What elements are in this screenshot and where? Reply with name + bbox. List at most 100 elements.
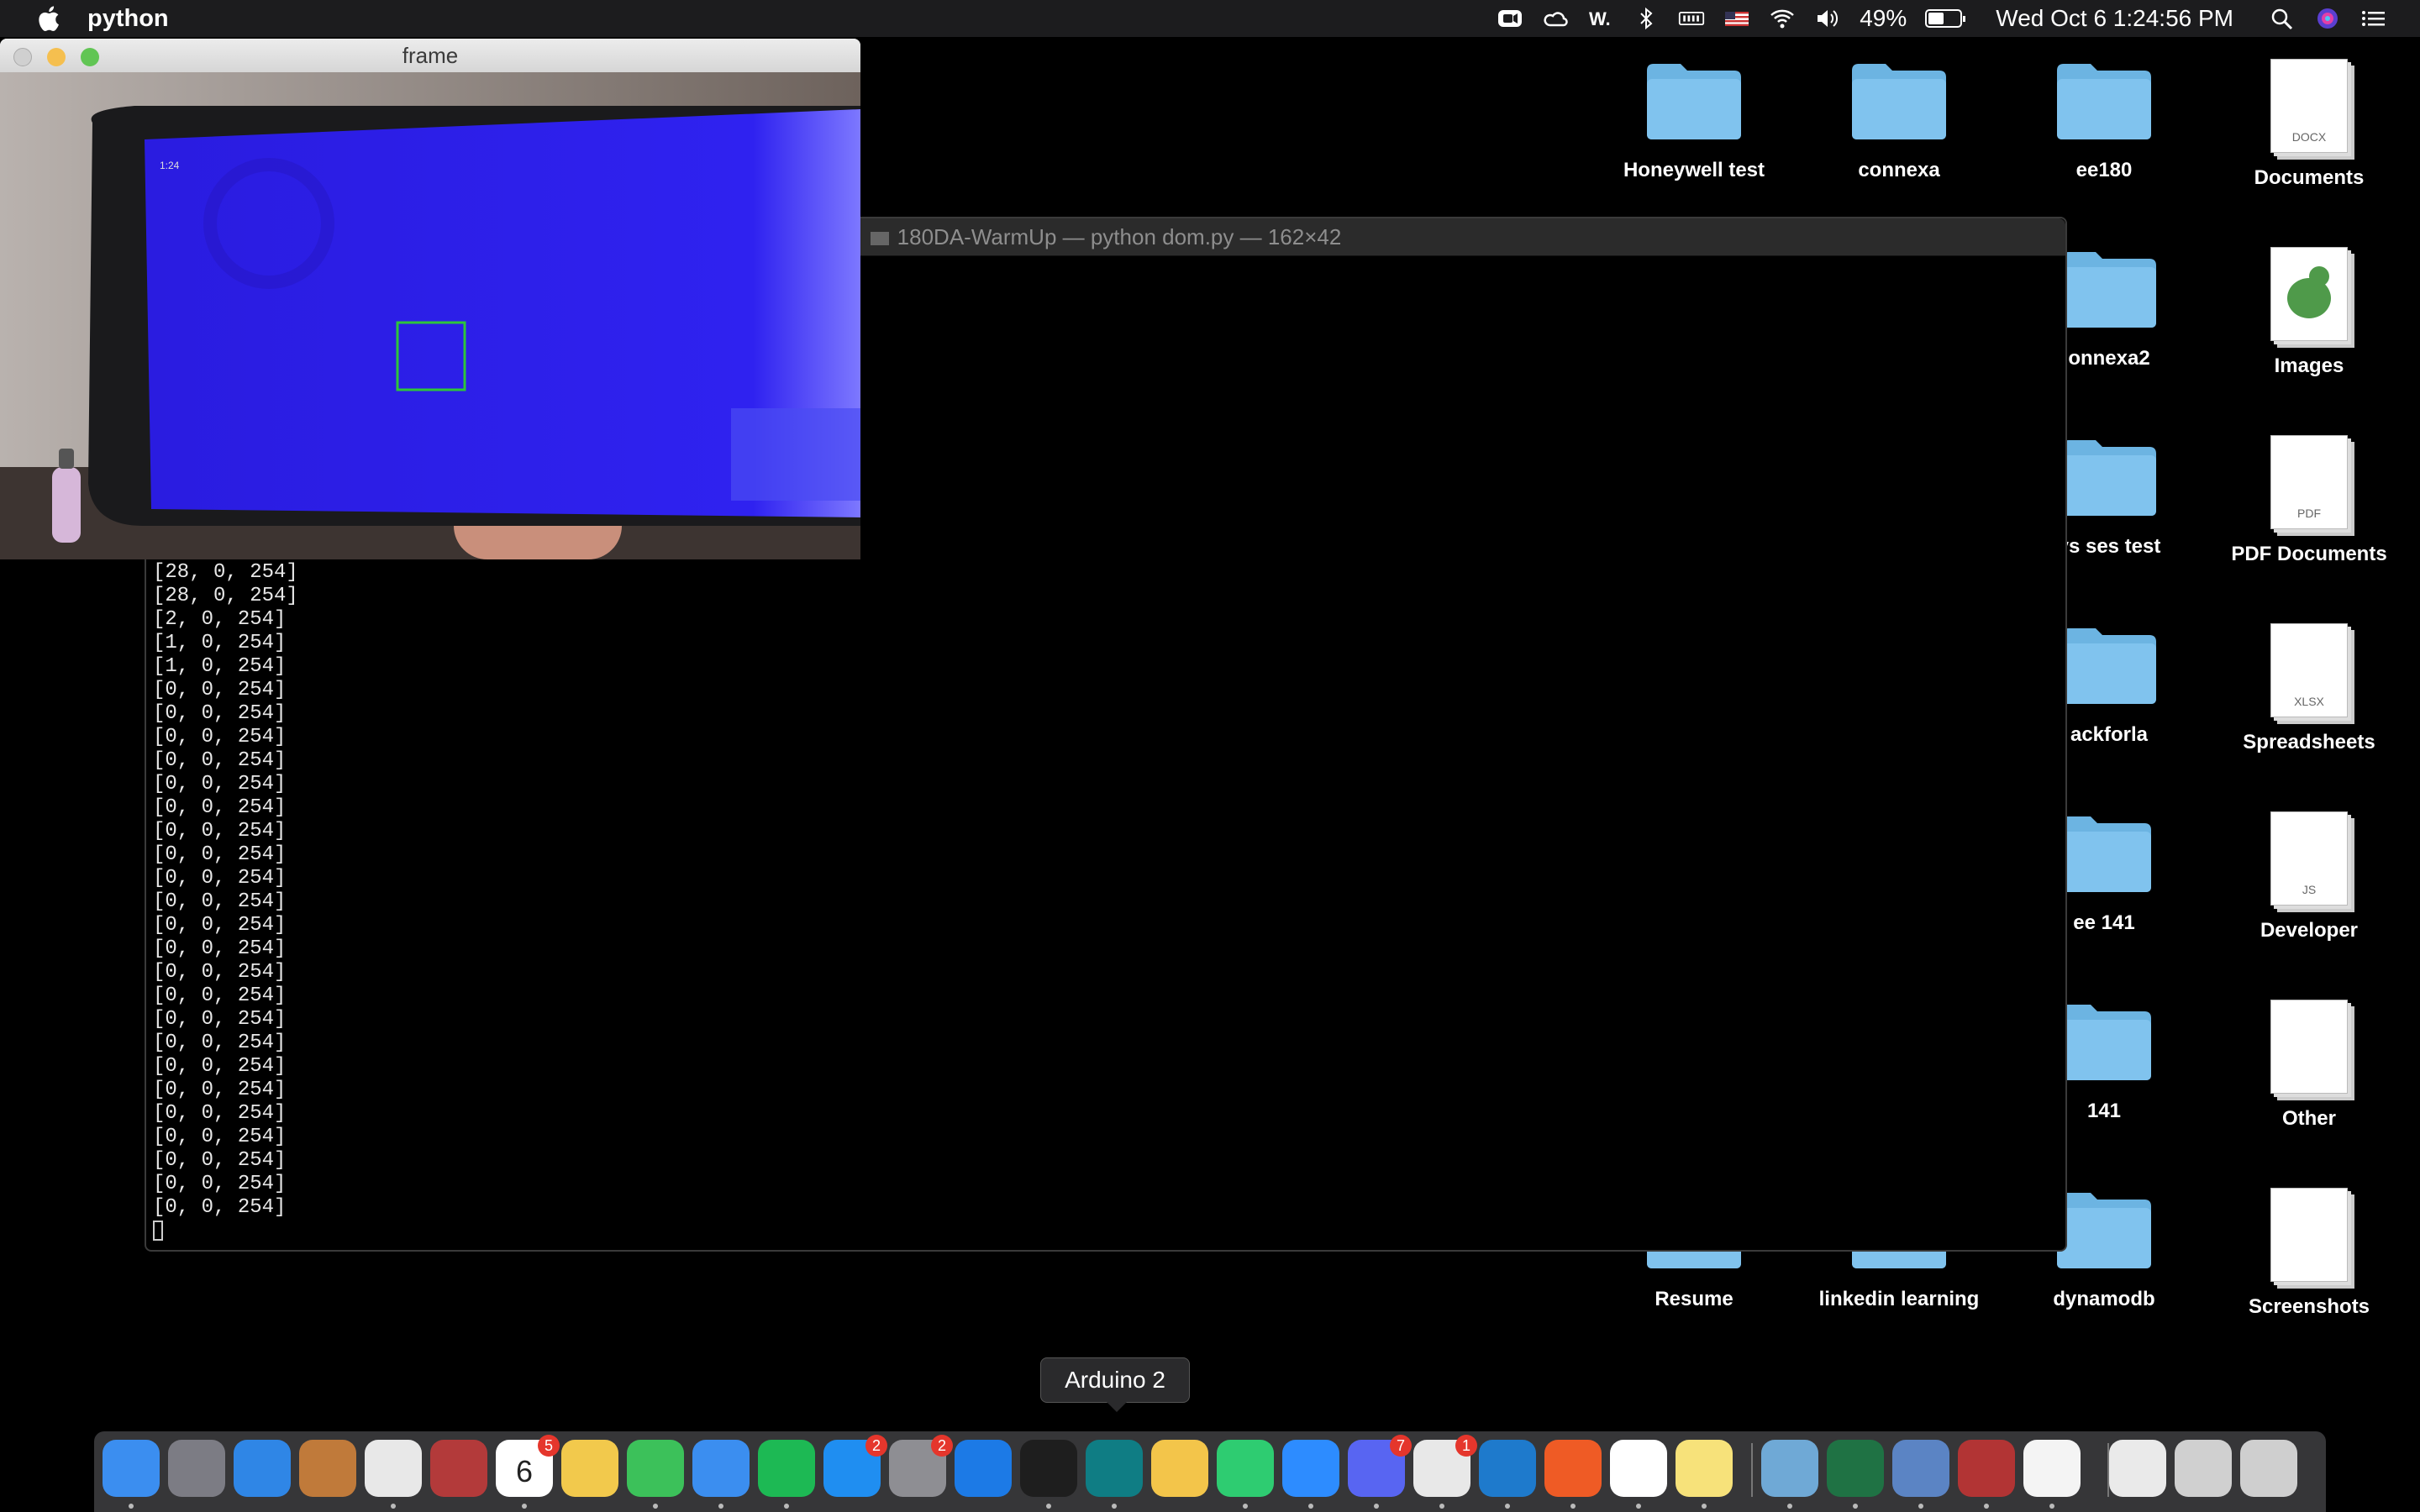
photos-icon[interactable] (561, 1440, 618, 1497)
desktop-item-label: ee180 (2075, 159, 2133, 181)
running-indicator (129, 1504, 134, 1509)
battery-percent[interactable]: 49% (1860, 5, 1907, 32)
close-button[interactable] (13, 48, 32, 66)
chrome-icon[interactable] (365, 1440, 422, 1497)
notion-icon[interactable] (1610, 1440, 1667, 1497)
postman-icon[interactable] (1544, 1440, 1602, 1497)
file-type-tag: PDF (2297, 507, 2321, 520)
system-preferences-icon[interactable]: 2 (889, 1435, 953, 1497)
running-indicator (522, 1504, 527, 1509)
running-indicator (1243, 1504, 1248, 1509)
calendar-icon[interactable]: 65 (496, 1435, 560, 1497)
word-icon[interactable]: W. (1587, 7, 1614, 30)
desktop-item[interactable]: JS Developer (2217, 811, 2402, 942)
camera-feed: 1:24 (0, 72, 860, 559)
vscode-icon[interactable] (1479, 1440, 1536, 1497)
safari-icon[interactable] (234, 1440, 291, 1497)
finder-icon[interactable] (103, 1440, 160, 1497)
discord-icon[interactable]: 7 (1348, 1435, 1412, 1497)
slack-icon[interactable]: 1 (1413, 1435, 1477, 1497)
app-store-icon[interactable]: 2 (823, 1435, 887, 1497)
terminal-line: [0, 0, 254] (153, 1055, 287, 1078)
running-indicator (1374, 1504, 1379, 1509)
stickies-icon[interactable] (1676, 1440, 1733, 1497)
bluetooth-icon[interactable] (1633, 7, 1660, 30)
calculator-icon[interactable] (299, 1440, 356, 1497)
messages-icon[interactable] (692, 1440, 750, 1497)
wifi-icon[interactable] (1769, 7, 1796, 30)
terminal-icon[interactable] (1020, 1440, 1077, 1497)
desktop-item[interactable]: XLSX Spreadsheets (2217, 623, 2402, 754)
terminal-line: [0, 0, 254] (153, 1102, 287, 1125)
folder-proxy-icon[interactable] (870, 232, 889, 246)
siri-icon[interactable] (2314, 7, 2341, 30)
frame-window[interactable]: frame 1:24 (0, 39, 860, 559)
downloads-stack-icon[interactable] (2109, 1440, 2166, 1497)
desktop-item[interactable]: Other (2217, 1000, 2402, 1131)
zoom-icon[interactable] (1497, 7, 1523, 30)
screenshot-stack-icon[interactable] (2175, 1440, 2232, 1497)
active-app-name[interactable]: python (87, 5, 169, 33)
memory-icon[interactable] (1678, 7, 1705, 30)
running-indicator (653, 1504, 658, 1509)
xcode-icon[interactable] (955, 1440, 1012, 1497)
zoom-button[interactable] (81, 48, 99, 66)
zoom-icon[interactable] (1282, 1440, 1339, 1497)
apple-icon[interactable] (35, 4, 60, 33)
dock: 65 2 2 7 1 (94, 1431, 2326, 1512)
trash-icon[interactable] (2240, 1440, 2297, 1497)
battery-icon[interactable] (1925, 9, 1966, 28)
terminal-cursor (153, 1220, 163, 1241)
terminal-line: [1, 0, 254] (153, 632, 287, 654)
terminal-prompt[interactable] (153, 1220, 298, 1243)
spotlight-search-icon[interactable] (2269, 7, 2296, 30)
photo-booth-icon[interactable] (430, 1440, 487, 1497)
desktop-item[interactable]: PDF PDF Documents (2217, 435, 2402, 566)
folder-icon (2062, 440, 2156, 516)
arduino-icon[interactable] (1086, 1440, 1143, 1497)
dinosaur-image (2272, 248, 2346, 339)
desktop-item[interactable]: Images (2217, 247, 2402, 378)
desktop-item-label: Screenshots (2248, 1295, 2370, 1318)
terminal-output[interactable]: [28, 0, 254] [28, 0, 254] [2, 0, 254] [1, 0… (153, 561, 298, 1243)
volume-icon[interactable] (1814, 7, 1841, 30)
bird-app-icon[interactable] (1892, 1440, 1949, 1497)
desktop-item-label: Spreadsheets (2243, 731, 2375, 753)
desktop-item[interactable]: connexa (1807, 59, 1991, 182)
camera-feed-image: 1:24 (0, 72, 860, 559)
desktop-item-label: Documents (2254, 166, 2365, 189)
terminal-line: [0, 0, 254] (153, 1008, 287, 1031)
document-icon[interactable] (2023, 1440, 2081, 1497)
desktop-item[interactable]: ee180 (2012, 59, 2196, 182)
desktop-item[interactable]: Screenshots (2217, 1188, 2402, 1319)
us-flag-icon[interactable] (1723, 7, 1750, 30)
frame-title-bar[interactable]: frame (0, 39, 860, 72)
folder-icon (2057, 1005, 2151, 1080)
spotify-icon[interactable] (758, 1440, 815, 1497)
folder-icon (2057, 1193, 2151, 1268)
cyberduck-icon[interactable] (1151, 1440, 1208, 1497)
excel-icon[interactable] (1827, 1440, 1884, 1497)
terminal-line: [1, 0, 254] (153, 655, 287, 678)
facetime-icon[interactable] (627, 1440, 684, 1497)
launchpad-icon[interactable] (168, 1440, 225, 1497)
whatsapp-icon[interactable] (1217, 1440, 1274, 1497)
notification-badge: 5 (538, 1435, 560, 1457)
desktop-item-label: connexa (1858, 159, 1940, 181)
terminal-line: [0, 0, 254] (153, 867, 287, 890)
terminal-line: [0, 0, 254] (153, 1079, 287, 1101)
folder-icon (1647, 64, 1741, 139)
clock[interactable]: Wed Oct 6 1:24:56 PM (1996, 5, 2233, 32)
minimize-button[interactable] (47, 48, 66, 66)
desktop-item[interactable]: DOCX Documents (2217, 59, 2402, 190)
desktop-item[interactable]: Honeywell test (1602, 59, 1786, 182)
desktop-item-label: dynamodb (2053, 1288, 2155, 1310)
notification-center-icon[interactable] (2360, 7, 2386, 30)
file-type-tag: XLSX (2294, 695, 2324, 708)
dock-separator (2107, 1443, 2109, 1497)
terminal-line: [0, 0, 254] (153, 773, 287, 795)
dictionary-icon[interactable] (1958, 1440, 2015, 1497)
preview-icon[interactable] (1761, 1440, 1818, 1497)
creative-cloud-icon[interactable] (1542, 7, 1569, 30)
phone-time: 1:24 (160, 160, 180, 171)
